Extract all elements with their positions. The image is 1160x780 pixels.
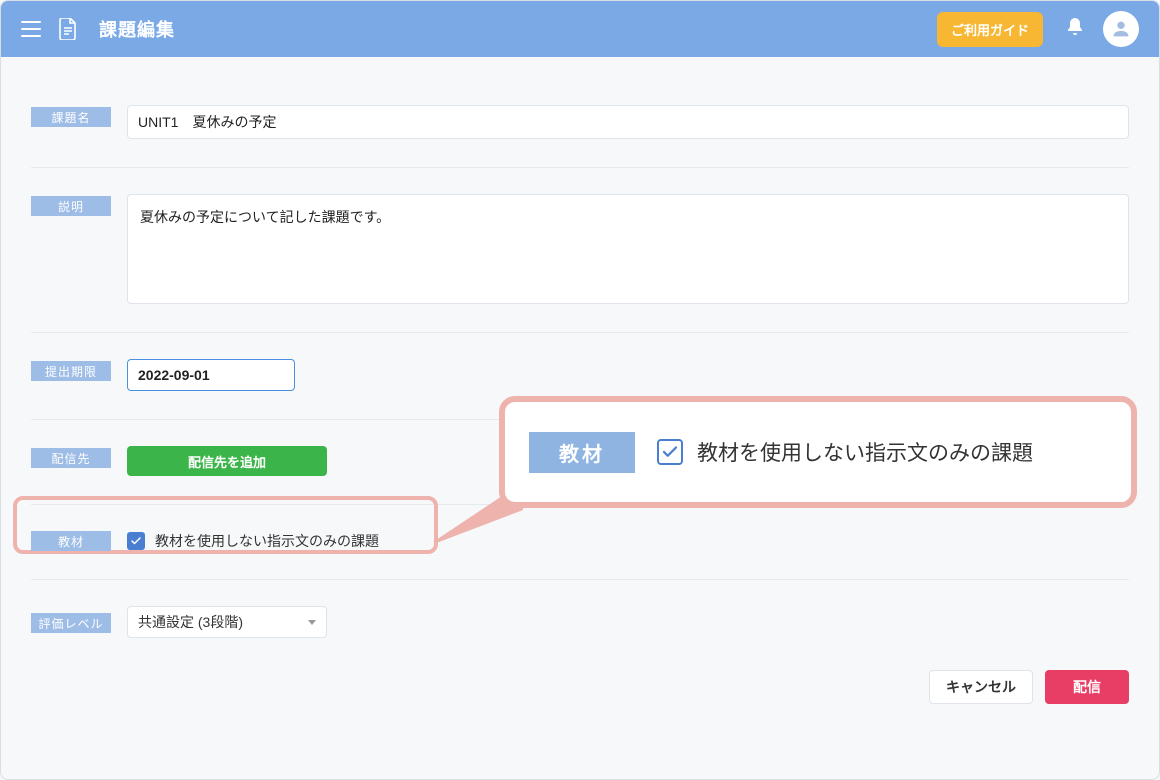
divider [31, 332, 1129, 333]
menu-button[interactable] [21, 21, 41, 37]
rating-level-select[interactable]: 共通設定 (3段階) [127, 606, 327, 638]
divider [31, 579, 1129, 580]
rating-level-label: 評価レベル [31, 613, 111, 633]
annotation-callout-big: 教材 教材を使用しない指示文のみの課題 [499, 396, 1137, 508]
description-input[interactable] [127, 194, 1129, 304]
divider [31, 167, 1129, 168]
materials-checkbox[interactable] [127, 532, 145, 550]
callout-materials-chip: 教材 [529, 432, 635, 473]
avatar[interactable] [1103, 11, 1139, 47]
document-icon [59, 18, 77, 40]
callout-materials-checkbox [657, 439, 683, 465]
materials-label: 教材 [31, 531, 111, 551]
task-title-input[interactable] [127, 105, 1129, 139]
notifications-icon[interactable] [1065, 16, 1085, 43]
recipients-label: 配信先 [31, 448, 111, 468]
cancel-button[interactable]: キャンセル [929, 670, 1033, 704]
materials-checkbox-label: 教材を使用しない指示文のみの課題 [155, 531, 379, 551]
page-title: 課題編集 [99, 16, 175, 42]
chevron-down-icon [308, 620, 316, 625]
submit-button[interactable]: 配信 [1045, 670, 1129, 704]
rating-level-value: 共通設定 (3段階) [138, 612, 243, 632]
guide-button[interactable]: ご利用ガイド [937, 12, 1043, 47]
callout-materials-checkbox-label: 教材を使用しない指示文のみの課題 [697, 437, 1033, 467]
deadline-input[interactable] [127, 359, 295, 391]
description-label: 説明 [31, 196, 111, 216]
task-title-label: 課題名 [31, 107, 111, 127]
add-recipient-button[interactable]: 配信先を追加 [127, 446, 327, 476]
deadline-label: 提出期限 [31, 361, 111, 381]
